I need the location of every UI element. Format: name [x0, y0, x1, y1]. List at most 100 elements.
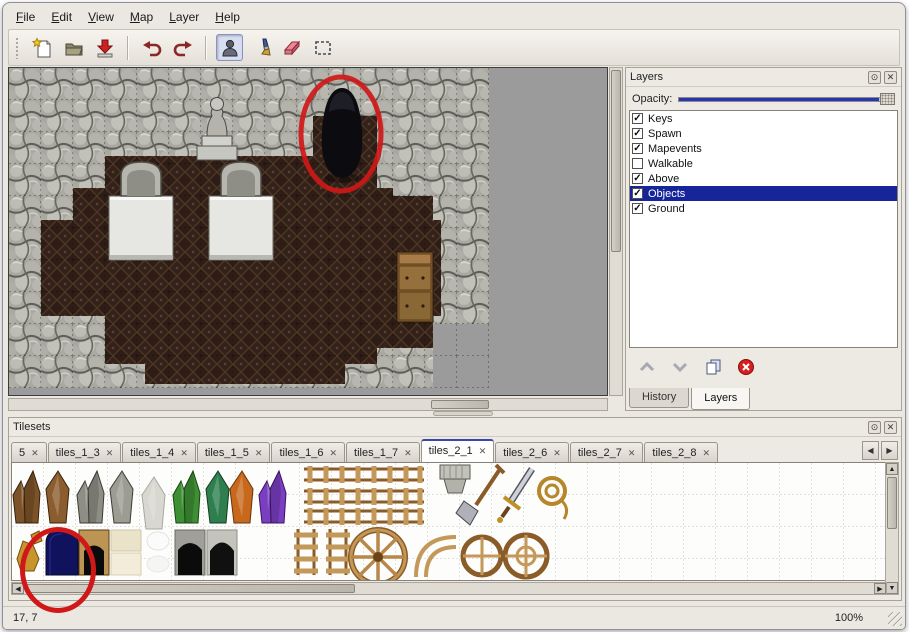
tab-close-icon[interactable]: ✕ [106, 448, 114, 459]
move-layer-up-button[interactable] [636, 356, 658, 378]
toolbar-grip[interactable] [15, 37, 20, 59]
float-panel-icon[interactable]: ⊙ [868, 421, 881, 434]
person-icon [219, 37, 241, 59]
layer-visibility-checkbox[interactable]: ✓ [632, 188, 643, 199]
layer-row[interactable]: ✓ Keys [630, 111, 897, 126]
map-hscroll-thumb[interactable] [431, 400, 489, 409]
tab-history[interactable]: History [629, 388, 689, 408]
tileset-canvas[interactable] [12, 463, 886, 580]
tileset-tab[interactable]: tiles_1_7 ✕ [346, 442, 420, 462]
layer-row[interactable]: ✓ Ground [630, 201, 897, 216]
map-canvas[interactable] [9, 68, 607, 395]
brush-icon [250, 37, 272, 59]
tileset-tab[interactable]: tiles_2_6 ✕ [495, 442, 569, 462]
layer-row[interactable]: ✓ Spawn [630, 126, 897, 141]
layer-row[interactable]: ✓ Above [630, 171, 897, 186]
brush-tool-button[interactable] [247, 34, 274, 61]
tileset-tab[interactable]: tiles_2_8 ✕ [644, 442, 718, 462]
layer-row-selected[interactable]: ✓ Objects [630, 186, 897, 201]
tab-close-icon[interactable]: ✕ [553, 448, 561, 459]
layers-panel: Layers ⊙ ✕ Opacity: ✓ Keys ✓ Spawn ✓ [625, 67, 902, 411]
layer-row[interactable]: ✓ Mapevents [630, 141, 897, 156]
delete-layer-button[interactable] [735, 356, 757, 378]
redo-button[interactable] [169, 34, 196, 61]
map-vscroll-thumb[interactable] [611, 70, 621, 252]
move-layer-down-button[interactable] [669, 356, 691, 378]
tileset-hscroll-thumb[interactable] [25, 584, 355, 593]
layer-buttons [636, 356, 757, 378]
new-file-button[interactable] [29, 34, 56, 61]
float-panel-icon[interactable]: ⊙ [868, 71, 881, 84]
opacity-label: Opacity: [632, 93, 672, 105]
cave-opening-tile [175, 530, 205, 575]
opacity-slider[interactable] [678, 92, 895, 106]
map-vertical-scrollbar[interactable] [609, 67, 623, 396]
scroll-right-icon[interactable]: ▶ [874, 583, 886, 594]
layer-visibility-checkbox[interactable]: ✓ [632, 143, 643, 154]
map-horizontal-scrollbar[interactable] [8, 398, 608, 411]
open-button[interactable] [60, 34, 87, 61]
tab-close-icon[interactable]: ✕ [404, 448, 412, 459]
save-button[interactable] [91, 34, 118, 61]
tab-scroll-right-icon[interactable]: ▶ [881, 441, 898, 460]
tilesets-panel-titlebar: Tilesets ⊙ ✕ [9, 418, 901, 437]
menu-map[interactable]: Map [123, 8, 160, 26]
tileset-tab[interactable]: tiles_1_6 ✕ [271, 442, 345, 462]
layer-visibility-checkbox[interactable]: ✓ [632, 113, 643, 124]
scroll-down-icon[interactable]: ▼ [886, 582, 898, 594]
scroll-left-icon[interactable]: ◀ [12, 583, 24, 594]
tab-close-icon[interactable]: ✕ [330, 448, 338, 459]
wood-door-tile [79, 530, 109, 575]
tab-scroll-left-icon[interactable]: ◀ [862, 441, 879, 460]
cabinet [397, 252, 433, 322]
tab-close-icon[interactable]: ✕ [628, 448, 636, 459]
map-area [8, 67, 624, 412]
tileset-vscroll-thumb[interactable] [887, 477, 897, 529]
map-viewport[interactable] [8, 67, 608, 396]
menu-layer[interactable]: Layer [162, 8, 206, 26]
undo-button[interactable] [138, 34, 165, 61]
tab-close-icon[interactable]: ✕ [255, 448, 263, 459]
layer-visibility-checkbox[interactable] [632, 158, 643, 169]
layer-name: Ground [648, 203, 685, 215]
tileset-horizontal-scrollbar[interactable]: ◀ ▶ [11, 582, 887, 595]
eraser-tool-button[interactable] [278, 34, 305, 61]
tileset-vertical-scrollbar[interactable]: ▲ ▼ [885, 462, 899, 595]
layer-visibility-checkbox[interactable]: ✓ [632, 173, 643, 184]
menu-file[interactable]: File [9, 8, 42, 26]
layer-visibility-checkbox[interactable]: ✓ [632, 128, 643, 139]
menu-edit[interactable]: Edit [44, 8, 79, 26]
tab-close-icon[interactable]: ✕ [180, 448, 188, 459]
tileset-tab[interactable]: tiles_2_7 ✕ [570, 442, 644, 462]
opacity-slider-fill [679, 98, 879, 101]
duplicate-layer-button[interactable] [702, 356, 724, 378]
splitter-handle[interactable] [433, 411, 493, 416]
layer-row[interactable]: Walkable [630, 156, 897, 171]
close-panel-icon[interactable]: ✕ [884, 71, 897, 84]
entity-tool-button[interactable] [216, 34, 243, 61]
new-file-icon [32, 37, 54, 59]
opacity-slider-thumb[interactable] [880, 93, 895, 105]
tileset-tab[interactable]: tiles_1_3 ✕ [48, 442, 122, 462]
tileset-view[interactable] [11, 462, 887, 581]
layer-visibility-checkbox[interactable]: ✓ [632, 203, 643, 214]
menu-view[interactable]: View [81, 8, 121, 26]
menu-help[interactable]: Help [208, 8, 247, 26]
tab-close-icon[interactable]: ✕ [702, 448, 710, 459]
tileset-tab[interactable]: tiles_1_5 ✕ [197, 442, 271, 462]
selected-blue-door-tile[interactable] [46, 530, 78, 575]
scroll-up-icon[interactable]: ▲ [886, 463, 898, 475]
resize-grip[interactable] [888, 612, 902, 626]
tileset-tab[interactable]: 5 ✕ [11, 442, 47, 462]
opacity-row: Opacity: [632, 90, 895, 108]
tab-close-icon[interactable]: ✕ [31, 448, 39, 459]
tab-layers[interactable]: Layers [691, 388, 750, 410]
layer-name: Walkable [648, 158, 693, 170]
redo-icon [172, 37, 194, 59]
dock-tabs: History Layers [629, 388, 752, 410]
tileset-tab[interactable]: tiles_1_4 ✕ [122, 442, 196, 462]
close-panel-icon[interactable]: ✕ [884, 421, 897, 434]
tab-close-icon[interactable]: ✕ [479, 446, 487, 457]
select-tool-button[interactable] [309, 34, 336, 61]
tileset-tab-active[interactable]: tiles_2_1 ✕ [421, 439, 495, 462]
